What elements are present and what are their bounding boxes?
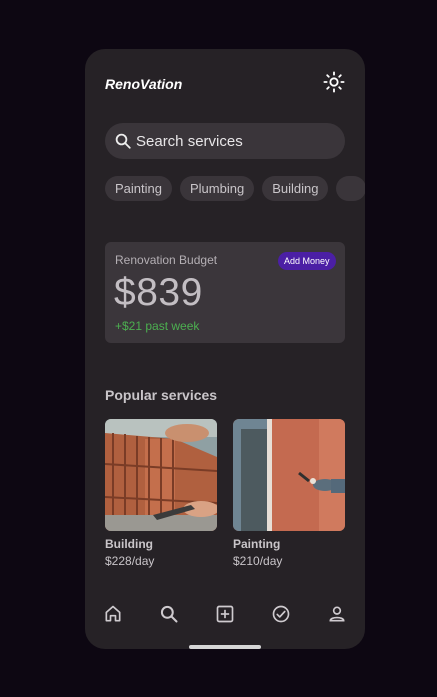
- nav-home[interactable]: [100, 601, 126, 627]
- popular-services-title: Popular services: [105, 387, 218, 403]
- service-card-title: Building: [105, 537, 153, 551]
- service-card-building[interactable]: Building $228/day: [105, 419, 217, 568]
- search-bar[interactable]: [105, 123, 345, 159]
- home-icon: [105, 605, 121, 622]
- chip-painting[interactable]: Painting: [105, 176, 172, 201]
- theme-toggle-button[interactable]: [321, 69, 347, 95]
- search-icon: [114, 132, 132, 150]
- check-circle-icon: [272, 605, 290, 623]
- nav-search[interactable]: [156, 601, 182, 627]
- search-icon: [160, 605, 178, 623]
- budget-amount: $839: [114, 271, 203, 314]
- nav-tasks[interactable]: [268, 601, 294, 627]
- budget-label: Renovation Budget: [115, 253, 218, 267]
- person-icon: [329, 606, 345, 622]
- nav-profile[interactable]: [324, 601, 350, 627]
- bottom-nav: [85, 601, 365, 627]
- sun-icon: [323, 71, 345, 93]
- search-input[interactable]: [136, 132, 336, 150]
- painting-wall-photo: [233, 419, 345, 531]
- budget-change: +$21 past week: [115, 319, 200, 333]
- chip-building[interactable]: Building: [262, 176, 329, 201]
- home-indicator[interactable]: [189, 645, 261, 649]
- app-title: RenoVation: [105, 76, 183, 92]
- service-card-price: $210/day: [233, 554, 283, 568]
- budget-card: Renovation Budget Add Money $839 +$21 pa…: [105, 242, 345, 343]
- category-chips: Painting Plumbing Building: [105, 176, 365, 202]
- nav-add[interactable]: [212, 601, 238, 627]
- chip-plumbing[interactable]: Plumbing: [179, 176, 255, 201]
- add-box-icon: [216, 605, 234, 623]
- chip-more[interactable]: [336, 176, 365, 201]
- app-screen: RenoVation Painting Plumbing Building: [85, 49, 365, 649]
- service-card-price: $228/day: [105, 554, 155, 568]
- service-card-painting[interactable]: Painting $210/day: [233, 419, 345, 568]
- brick-wall-photo: [105, 419, 217, 531]
- service-card-title: Painting: [233, 537, 281, 551]
- add-money-button[interactable]: Add Money: [278, 252, 336, 270]
